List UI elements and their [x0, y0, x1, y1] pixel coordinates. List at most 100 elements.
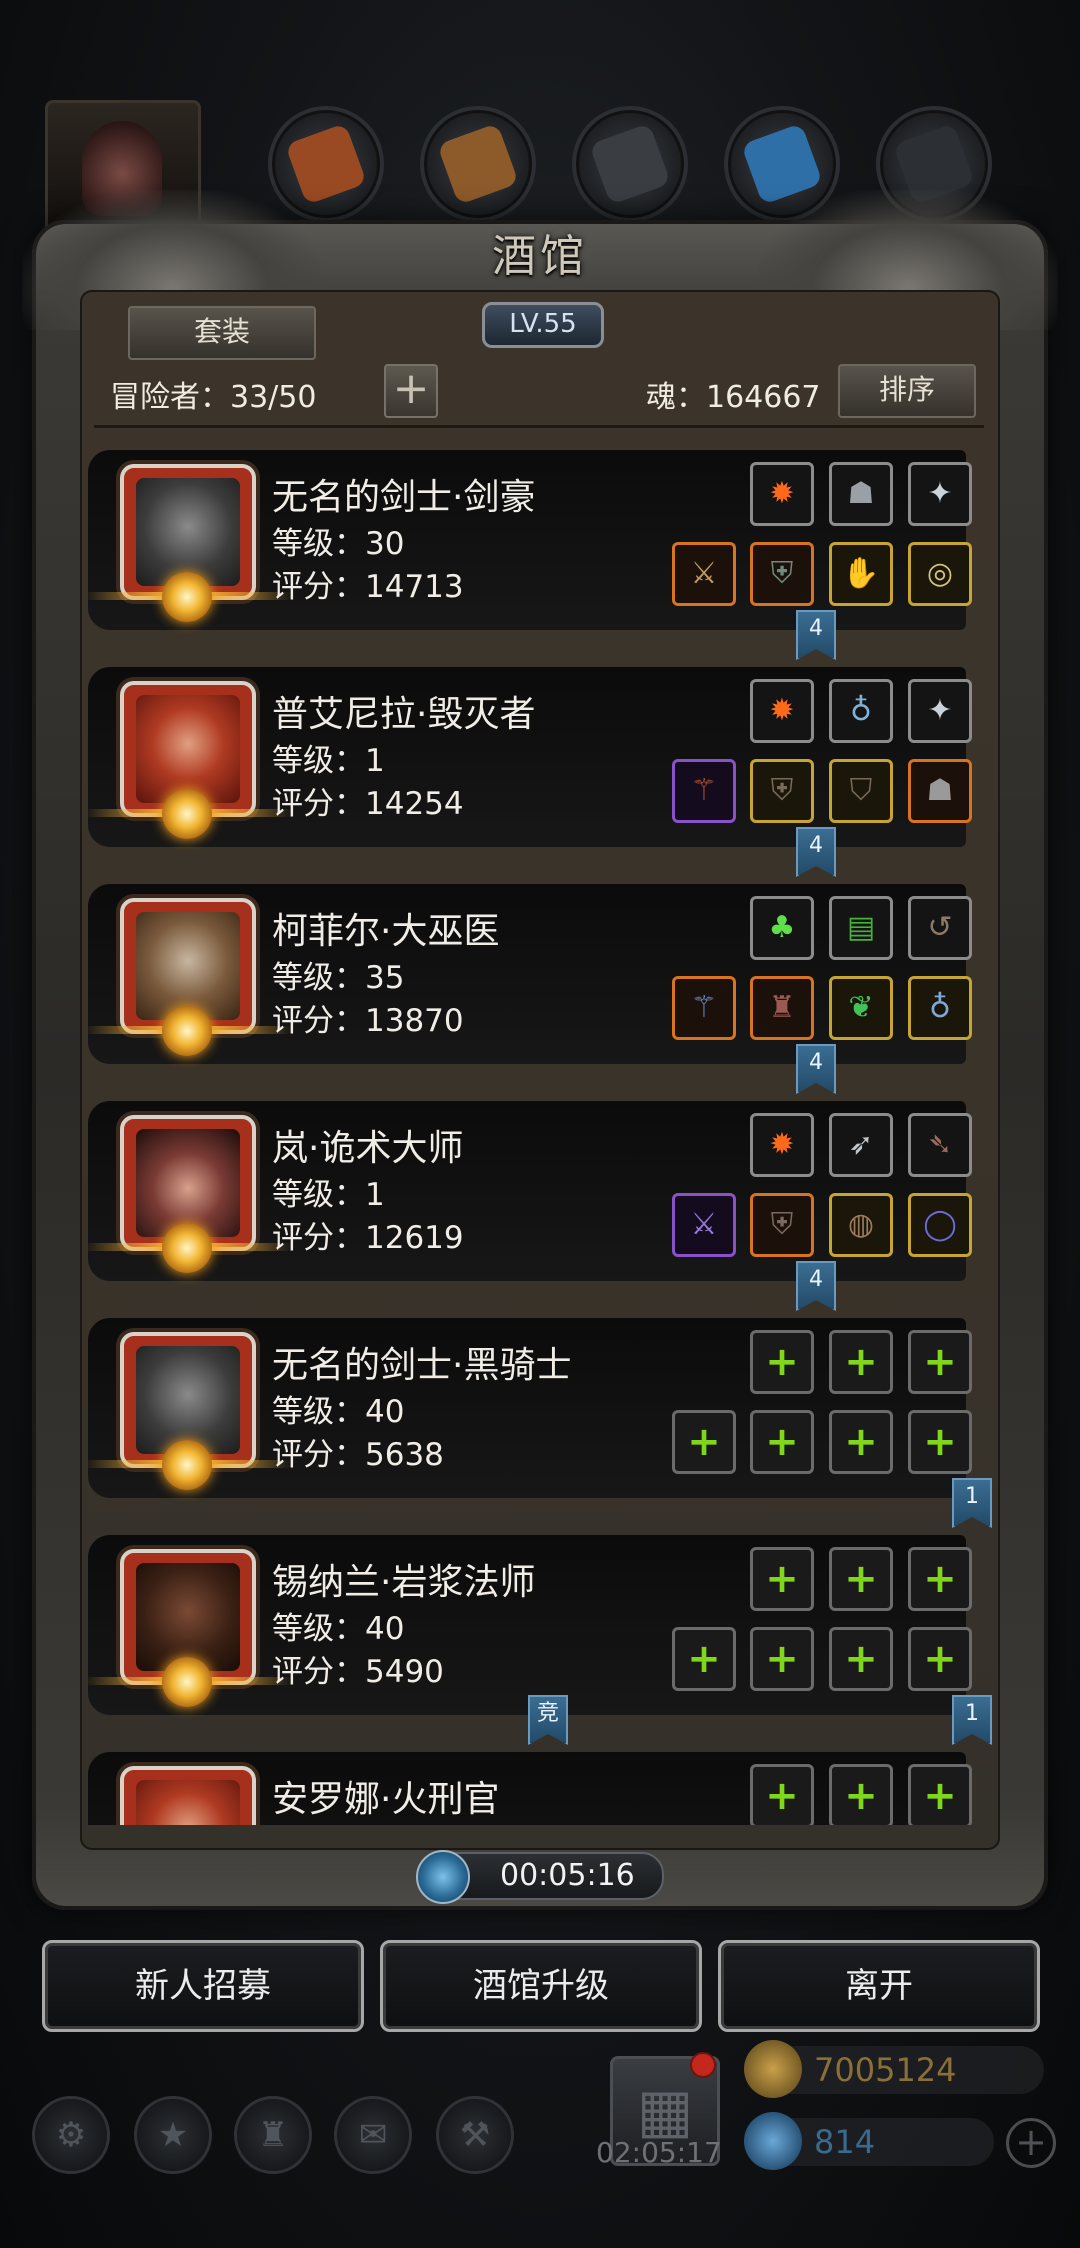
- empty-skill-slot-plus-icon[interactable]: +: [908, 1547, 972, 1611]
- bag-equip-icon[interactable]: ◍: [829, 1193, 893, 1257]
- hero-portrait: [88, 464, 292, 622]
- hero-list[interactable]: 无名的剑士·剑豪 等级：30 评分：14713 ✹ ☗ ✦ ⚔ ⛨ ✋ ◎ 4 …: [88, 440, 998, 1825]
- settings-gear-icon[interactable]: ⚙: [32, 2096, 110, 2174]
- rank-star-icon: [162, 572, 212, 622]
- leave-button[interactable]: 离开: [718, 1940, 1040, 2032]
- empty-equip-slot-plus-icon[interactable]: +: [672, 1627, 736, 1691]
- hat-girl-avatar: [136, 1129, 240, 1237]
- bracelet-equip-icon[interactable]: ◯: [908, 1193, 972, 1257]
- staff-equip-icon[interactable]: ⚚: [672, 976, 736, 1040]
- robe-equip-icon[interactable]: ♜: [750, 976, 814, 1040]
- empty-equip-slot-plus-icon[interactable]: +: [829, 1627, 893, 1691]
- necklace-skill-icon[interactable]: ♁: [829, 679, 893, 743]
- armor-equip-icon[interactable]: ⛨: [750, 759, 814, 823]
- hero-name: 锡纳兰·岩浆法师: [272, 1562, 536, 1603]
- empty-equip-slot-plus-icon[interactable]: +: [829, 1410, 893, 1474]
- hero-name: 柯菲尔·大巫医: [272, 911, 500, 952]
- poison-skill-icon[interactable]: ♣: [750, 896, 814, 960]
- red-hair-avatar: [136, 1780, 240, 1825]
- star-icon[interactable]: ★: [134, 2096, 212, 2174]
- hero-card[interactable]: 无名的剑士·黑骑士 等级：40 评分：5638 + + + + + + +: [88, 1318, 972, 1498]
- suit-button[interactable]: 套装: [128, 306, 316, 360]
- upgrade-tavern-button[interactable]: 酒馆升级: [380, 1940, 702, 2032]
- hero-card[interactable]: 岚·诡术大师 等级：1 评分：12619 ✹ ➶ ➴ ⚔ ⛨ ◍ ◯: [88, 1101, 972, 1281]
- tavern-panel: 酒馆 LV.55 套装 冒险者：33/50 + 魂：164667 排序 无名的剑…: [22, 190, 1058, 1910]
- armor-equip-icon[interactable]: ⛨: [750, 1193, 814, 1257]
- hero-card[interactable]: 柯菲尔·大巫医 等级：35 评分：13870 ♣ ▤ ↺ ⚚ ♜ ❦ ♁: [88, 884, 972, 1064]
- empty-equip-slot-plus-icon[interactable]: +: [750, 1410, 814, 1474]
- scroll-icon[interactable]: ⚒: [436, 2096, 514, 2174]
- empty-skill-slot-plus-icon[interactable]: +: [829, 1764, 893, 1825]
- mage-avatar: [136, 1563, 240, 1671]
- add-adventurer-slot-button[interactable]: +: [384, 364, 438, 418]
- hero-level: 等级：40: [272, 1611, 405, 1647]
- ring-equip-icon[interactable]: ◎: [908, 542, 972, 606]
- hero-level: 等级：35: [272, 960, 405, 996]
- scroll-skill-icon[interactable]: ▤: [829, 896, 893, 960]
- tavern-level-badge: LV.55: [482, 302, 604, 348]
- empty-skill-slot-plus-icon[interactable]: +: [908, 1764, 972, 1825]
- helmet-equip-icon[interactable]: ☗: [908, 759, 972, 823]
- hero-score: 评分：14713: [272, 569, 464, 605]
- rune-skill-icon[interactable]: ✦: [908, 679, 972, 743]
- empty-equip-slot-plus-icon[interactable]: +: [908, 1627, 972, 1691]
- wood-icon[interactable]: [420, 106, 536, 222]
- empty-skill-slot-plus-icon[interactable]: +: [750, 1764, 814, 1825]
- notification-dot: [690, 2052, 716, 2078]
- sword-equip-icon[interactable]: ⚔: [672, 542, 736, 606]
- hero-name: 无名的剑士·黑骑士: [272, 1345, 572, 1386]
- hero-portrait: [88, 898, 292, 1056]
- ribbon-badge: 1: [952, 1695, 992, 1745]
- rune-skill-icon[interactable]: ✦: [908, 462, 972, 526]
- shield-equip-icon[interactable]: ⛉: [829, 759, 893, 823]
- fire-skill-icon[interactable]: ✹: [750, 679, 814, 743]
- empty-skill-slot-plus-icon[interactable]: +: [750, 1330, 814, 1394]
- gauntlet-equip-icon[interactable]: ✋: [829, 542, 893, 606]
- hero-level: 等级：30: [272, 526, 405, 562]
- gem-icon: [744, 2112, 802, 2170]
- empty-equip-slot-plus-icon[interactable]: +: [908, 1410, 972, 1474]
- empty-skill-slot-plus-icon[interactable]: +: [750, 1547, 814, 1611]
- hero-score: 评分：14254: [272, 786, 464, 822]
- iron-icon[interactable]: [572, 106, 688, 222]
- amulet-equip-icon[interactable]: ♁: [908, 976, 972, 1040]
- refresh-timer: 00:05:16: [416, 1850, 664, 1904]
- fire-skill-icon[interactable]: ✹: [750, 462, 814, 526]
- rank-star-icon: [162, 1657, 212, 1707]
- hero-portrait: [88, 1115, 292, 1273]
- empty-skill-slot-plus-icon[interactable]: +: [908, 1330, 972, 1394]
- soul-count: 魂：164667: [646, 380, 821, 415]
- empty-equip-slot-plus-icon[interactable]: +: [672, 1410, 736, 1474]
- sort-button[interactable]: 排序: [838, 364, 976, 418]
- empty-skill-slot-plus-icon[interactable]: +: [829, 1330, 893, 1394]
- feather-skill-icon[interactable]: ➴: [908, 1113, 972, 1177]
- hero-card[interactable]: 锡纳兰·岩浆法师 等级：40 评分：5490 + + + + + + +: [88, 1535, 972, 1715]
- rank-star-icon: [162, 1006, 212, 1056]
- knight-helmet-avatar: [136, 1346, 240, 1454]
- hero-score: 评分：5638: [272, 1437, 444, 1473]
- recruit-button[interactable]: 新人招募: [42, 1940, 364, 2032]
- hero-card[interactable]: 普艾尼拉·毁灭者 等级：1 评分：14254 ✹ ♁ ✦ ⚚ ⛨ ⛉ ☗: [88, 667, 972, 847]
- blade-skill-icon[interactable]: ➶: [829, 1113, 893, 1177]
- empty-equip-slot-plus-icon[interactable]: +: [750, 1627, 814, 1691]
- staff-equip-icon[interactable]: ⚚: [672, 759, 736, 823]
- add-currency-button[interactable]: +: [1006, 2118, 1056, 2168]
- dagger-equip-icon[interactable]: ⚔: [672, 1193, 736, 1257]
- hero-level: 等级：1: [272, 1177, 385, 1213]
- rank-star-icon: [162, 1223, 212, 1273]
- leaf-equip-icon[interactable]: ❦: [829, 976, 893, 1040]
- clock-icon: [416, 1850, 470, 1904]
- mask-skill-icon[interactable]: ☗: [829, 462, 893, 526]
- page-title: 酒馆: [492, 231, 588, 282]
- mail-icon[interactable]: ✉: [334, 2096, 412, 2174]
- empty-skill-slot-plus-icon[interactable]: +: [829, 1547, 893, 1611]
- hero-portrait: [88, 1332, 292, 1490]
- fire-skill-icon[interactable]: ✹: [750, 1113, 814, 1177]
- gold-amount: 7005124: [814, 2051, 957, 2089]
- hero-card[interactable]: 无名的剑士·剑豪 等级：30 评分：14713 ✹ ☗ ✦ ⚔ ⛨ ✋ ◎: [88, 450, 972, 630]
- ribbon-badge: 4: [796, 1044, 836, 1094]
- bone-skill-icon[interactable]: ↺: [908, 896, 972, 960]
- hero-card[interactable]: 安罗娜·火刑官 + + +: [88, 1752, 972, 1825]
- tower-icon[interactable]: ♜: [234, 2096, 312, 2174]
- armor-equip-icon[interactable]: ⛨: [750, 542, 814, 606]
